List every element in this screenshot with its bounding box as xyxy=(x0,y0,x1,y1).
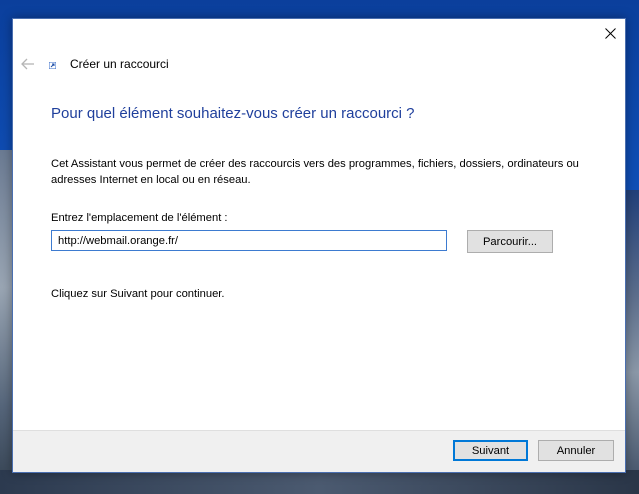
dialog-title: Créer un raccourci xyxy=(70,57,169,71)
close-button[interactable] xyxy=(595,19,625,47)
close-icon xyxy=(604,27,616,39)
cancel-button[interactable]: Annuler xyxy=(538,440,614,461)
shortcut-icon xyxy=(49,62,56,69)
page-heading: Pour quel élément souhaitez-vous créer u… xyxy=(51,105,415,122)
dialog-footer: Suivant Annuler xyxy=(13,430,625,472)
wizard-description: Cet Assistant vous permet de créer des r… xyxy=(51,158,579,186)
next-button[interactable]: Suivant xyxy=(453,440,528,461)
back-arrow-icon[interactable] xyxy=(20,57,36,71)
wizard-nav-bar: Créer un raccourci xyxy=(13,53,413,75)
desktop-wallpaper-bottom xyxy=(0,470,639,494)
location-input[interactable] xyxy=(51,230,447,251)
browse-button[interactable]: Parcourir... xyxy=(467,230,553,253)
continue-instruction: Cliquez sur Suivant pour continuer. xyxy=(51,288,225,300)
location-label: Entrez l'emplacement de l'élément : xyxy=(51,212,228,224)
create-shortcut-dialog: Créer un raccourci Pour quel élément sou… xyxy=(12,18,626,473)
